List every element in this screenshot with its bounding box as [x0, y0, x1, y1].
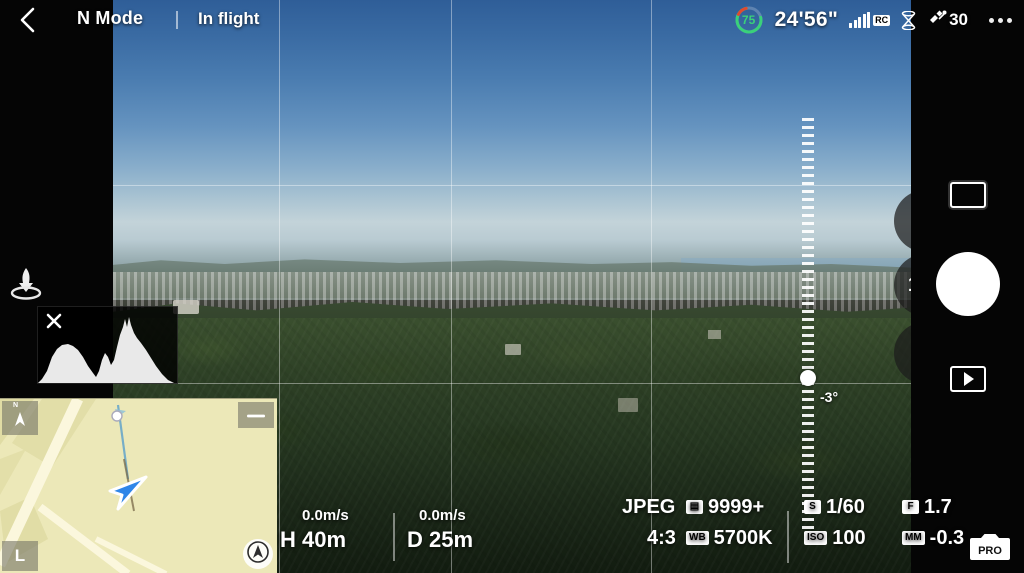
transmission-hourglass-icon[interactable] — [901, 10, 916, 30]
shutter-speed-value: 1/60 — [826, 495, 865, 518]
white-balance-button[interactable]: WB 5700K — [686, 527, 773, 550]
sky-region — [113, 0, 911, 300]
top-status-bar: N Mode In flight 75 24'56" RC 30 — [0, 0, 1024, 40]
play-triangle-icon — [963, 372, 974, 386]
building-marker — [708, 330, 721, 339]
ev-tag: MM — [902, 531, 925, 545]
telemetry-divider — [393, 513, 395, 561]
minimize-icon — [246, 406, 266, 424]
flight-state-label: In flight — [198, 9, 260, 28]
drone-camera-app: N Mode In flight 75 24'56" RC 30 N L -3°… — [0, 0, 1024, 573]
aspect-ratio-label: 4:3 — [647, 526, 676, 549]
playback-button[interactable] — [949, 366, 986, 392]
gimbal-pitch-slider[interactable]: -3° — [798, 118, 838, 530]
distance-value: D 25m — [407, 527, 474, 552]
building-marker — [505, 344, 521, 355]
back-button[interactable] — [10, 4, 44, 36]
photo-format-button[interactable]: JPEG — [622, 496, 675, 519]
aspect-ratio-button[interactable]: 4:3 — [647, 527, 676, 550]
ev-value: -0.3 — [929, 526, 965, 549]
aperture-button[interactable]: F 1.7 — [902, 496, 952, 519]
pro-badge-text: PRO — [978, 545, 1002, 557]
shutter-speed-button[interactable]: S 1/60 — [804, 496, 865, 519]
histogram-panel — [37, 306, 179, 384]
gps-satellite-indicator[interactable]: 30 — [927, 9, 968, 32]
return-to-home-icon[interactable] — [4, 262, 48, 304]
vertical-speed-value: 0.0m/s — [302, 507, 349, 524]
flight-mode-label[interactable]: N Mode — [77, 8, 143, 29]
chevron-left-icon — [17, 7, 37, 33]
more-options-icon[interactable] — [985, 12, 1016, 29]
white-balance-value: 5700K — [713, 526, 773, 549]
aperture-tag: F — [902, 500, 919, 514]
right-control-rail: PRO — [911, 0, 1024, 573]
flight-time-label: 24'56" — [774, 8, 839, 31]
building-marker — [618, 398, 638, 412]
horizontal-telemetry: 0.0m/s D 25m — [407, 507, 473, 553]
pitch-scale-ticks — [802, 118, 814, 530]
recenter-icon — [247, 540, 269, 568]
map-layer-button[interactable]: L — [2, 541, 38, 571]
signal-bars-icon — [849, 12, 871, 28]
battery-indicator[interactable]: 75 — [734, 5, 764, 35]
map-compass-button[interactable]: N — [2, 401, 38, 435]
iso-value: 100 — [832, 526, 866, 549]
vertical-telemetry: 0.0m/s H 40m — [280, 507, 349, 553]
exposure-compensation-button[interactable]: MM -0.3 — [902, 527, 964, 550]
iso-tag: ISO — [804, 531, 828, 545]
map-canvas — [0, 399, 277, 573]
status-indicators: 75 24'56" RC 30 — [734, 0, 1016, 40]
north-label: N — [13, 402, 19, 409]
aperture-value: 1.7 — [924, 495, 952, 518]
pro-mode-badge[interactable]: PRO — [968, 529, 1012, 565]
pitch-value-label: -3° — [820, 389, 839, 405]
satellite-count-label: 30 — [949, 10, 968, 29]
pitch-slider-knob[interactable] — [800, 370, 816, 386]
storage-indicator[interactable]: ▤ 9999+ — [686, 496, 764, 519]
storage-remaining-label: 9999+ — [708, 495, 765, 518]
camera-settings-divider — [787, 511, 789, 563]
topbar-divider — [176, 11, 178, 29]
map-minimize-button[interactable] — [238, 402, 274, 428]
altitude-value: H 40m — [280, 527, 347, 552]
map-layer-label: L — [14, 546, 26, 565]
sd-card-icon: ▤ — [686, 500, 703, 514]
rc-label: RC — [873, 14, 891, 26]
home-point-icon — [111, 410, 123, 422]
photo-format-label: JPEG — [622, 495, 676, 518]
battery-percent-label: 75 — [741, 13, 756, 27]
iso-button[interactable]: ISO 100 — [804, 527, 866, 550]
single-photo-mode-icon[interactable] — [949, 182, 986, 208]
shutter-button[interactable] — [935, 252, 1000, 316]
mini-map[interactable]: N L — [0, 398, 277, 573]
close-icon[interactable] — [44, 311, 64, 331]
shutter-tag: S — [804, 500, 821, 514]
horizontal-speed-value: 0.0m/s — [419, 507, 466, 524]
satellite-icon — [927, 9, 947, 32]
map-recenter-button[interactable] — [243, 539, 273, 569]
wb-tag: WB — [686, 531, 709, 545]
flight-telemetry: 0.0m/s H 40m 0.0m/s D 25m — [280, 507, 530, 569]
rc-signal-indicator[interactable]: RC — [849, 12, 891, 28]
camera-settings-bar: JPEG ▤ 9999+ S 1/60 F 1.7 4:3 WB 5700K I… — [622, 496, 964, 569]
